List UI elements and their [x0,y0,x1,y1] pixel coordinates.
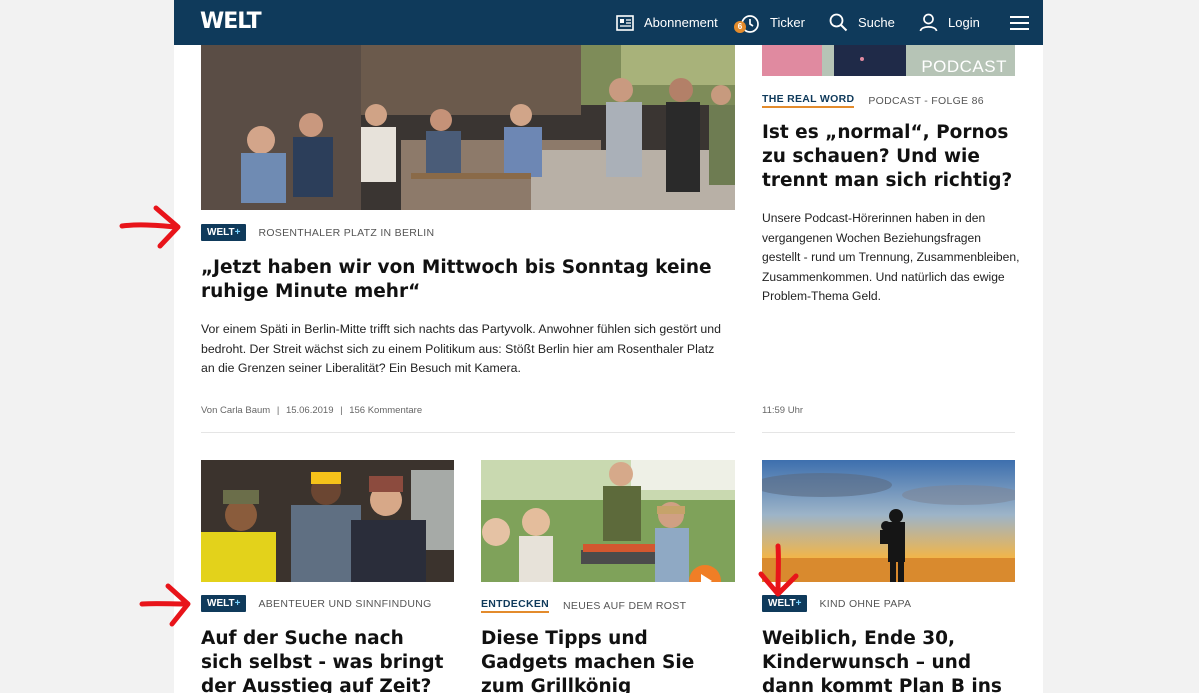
side-tag[interactable]: THE REAL WORD [762,93,855,108]
lead-article-image[interactable] [201,45,735,210]
street-crowd-photo [201,45,735,210]
lead-kicker: WELT+ ROSENTHALER PLATZ IN BERLIN [201,224,434,241]
ticker-badge: 6 [734,20,746,33]
ticker-icon-wrap: 6 [734,13,760,33]
card-3-headline[interactable]: Weiblich, Ende 30, Kinderwunsch – und da… [762,627,1015,693]
welt-plus-badge: WELT+ [201,595,247,612]
search-label: Suche [858,15,895,30]
van-travellers-photo [201,460,454,582]
annotation-arrow-icon [758,543,799,597]
podcast-image[interactable]: PODCAST [762,45,1015,76]
subscription-label: Abonnement [644,15,718,30]
divider-right [762,432,1015,433]
hamburger-menu-icon [1010,15,1029,30]
card-2-image[interactable] [481,460,735,582]
side-time: 11:59 Uhr [762,405,804,416]
barbecue-party-photo [481,460,735,582]
welt-logo[interactable]: WELT [200,9,262,34]
card-2-kicker-text: NEUES AUF DEM ROST [563,599,687,612]
card-3-kicker-text: KIND OHNE PAPA [819,597,912,610]
user-icon [919,13,938,32]
side-kicker-text: PODCAST - FOLGE 86 [868,94,984,107]
search-link[interactable]: Suche [829,0,895,45]
page: WELT Abonnement 6 Ticker Suche Login POD… [174,0,1043,693]
ticker-label: Ticker [770,15,805,30]
podcast-image-label: PODCAST [921,57,1007,76]
card-1-headline[interactable]: Auf der Suche nach sich selbst - was bri… [201,627,451,693]
ticker-link[interactable]: 6 Ticker [734,0,805,45]
login-link[interactable]: Login [919,0,980,45]
card-2-headline[interactable]: Diese Tipps und Gadgets machen Sie zum G… [481,627,735,693]
login-label: Login [948,15,980,30]
annotation-arrow-icon [139,583,191,627]
lead-meta: Von Carla Baum | 15.06.2019 | 156 Kommen… [201,405,423,416]
side-teaser[interactable]: Unsere Podcast-Hörerinnen haben in den v… [762,209,1022,307]
newspaper-icon [616,14,634,31]
side-headline[interactable]: Ist es „normal“, Pornos zu schauen? Und … [762,121,1024,193]
lead-teaser[interactable]: Vor einem Späti in Berlin-Mitte trifft s… [201,320,731,379]
lead-comments[interactable]: 156 Kommentare [349,405,422,416]
card-2-tag[interactable]: ENTDECKEN [481,598,550,613]
lead-author: Von Carla Baum [201,405,271,416]
divider-left [201,432,735,433]
top-navigation-bar: WELT Abonnement 6 Ticker Suche Login [174,0,1043,45]
card-1-kicker: WELT+ ABENTEUER UND SINNFINDUNG [201,595,432,612]
subscription-link[interactable]: Abonnement [616,0,718,45]
lead-date: 15.06.2019 [285,405,334,416]
welt-plus-badge: WELT+ [201,224,247,241]
card-2-kicker: ENTDECKEN NEUES AUF DEM ROST [481,598,686,613]
menu-button[interactable] [1010,0,1029,45]
side-kicker: THE REAL WORD PODCAST - FOLGE 86 [762,93,984,108]
search-icon [829,13,848,32]
card-1-kicker-text: ABENTEUER UND SINNFINDUNG [258,597,432,610]
lead-headline[interactable]: „Jetzt haben wir von Mittwoch bis Sonnta… [201,256,741,304]
lead-kicker-text: ROSENTHALER PLATZ IN BERLIN [258,226,435,239]
annotation-arrow-icon [119,205,181,249]
card-1-image[interactable] [201,460,454,582]
